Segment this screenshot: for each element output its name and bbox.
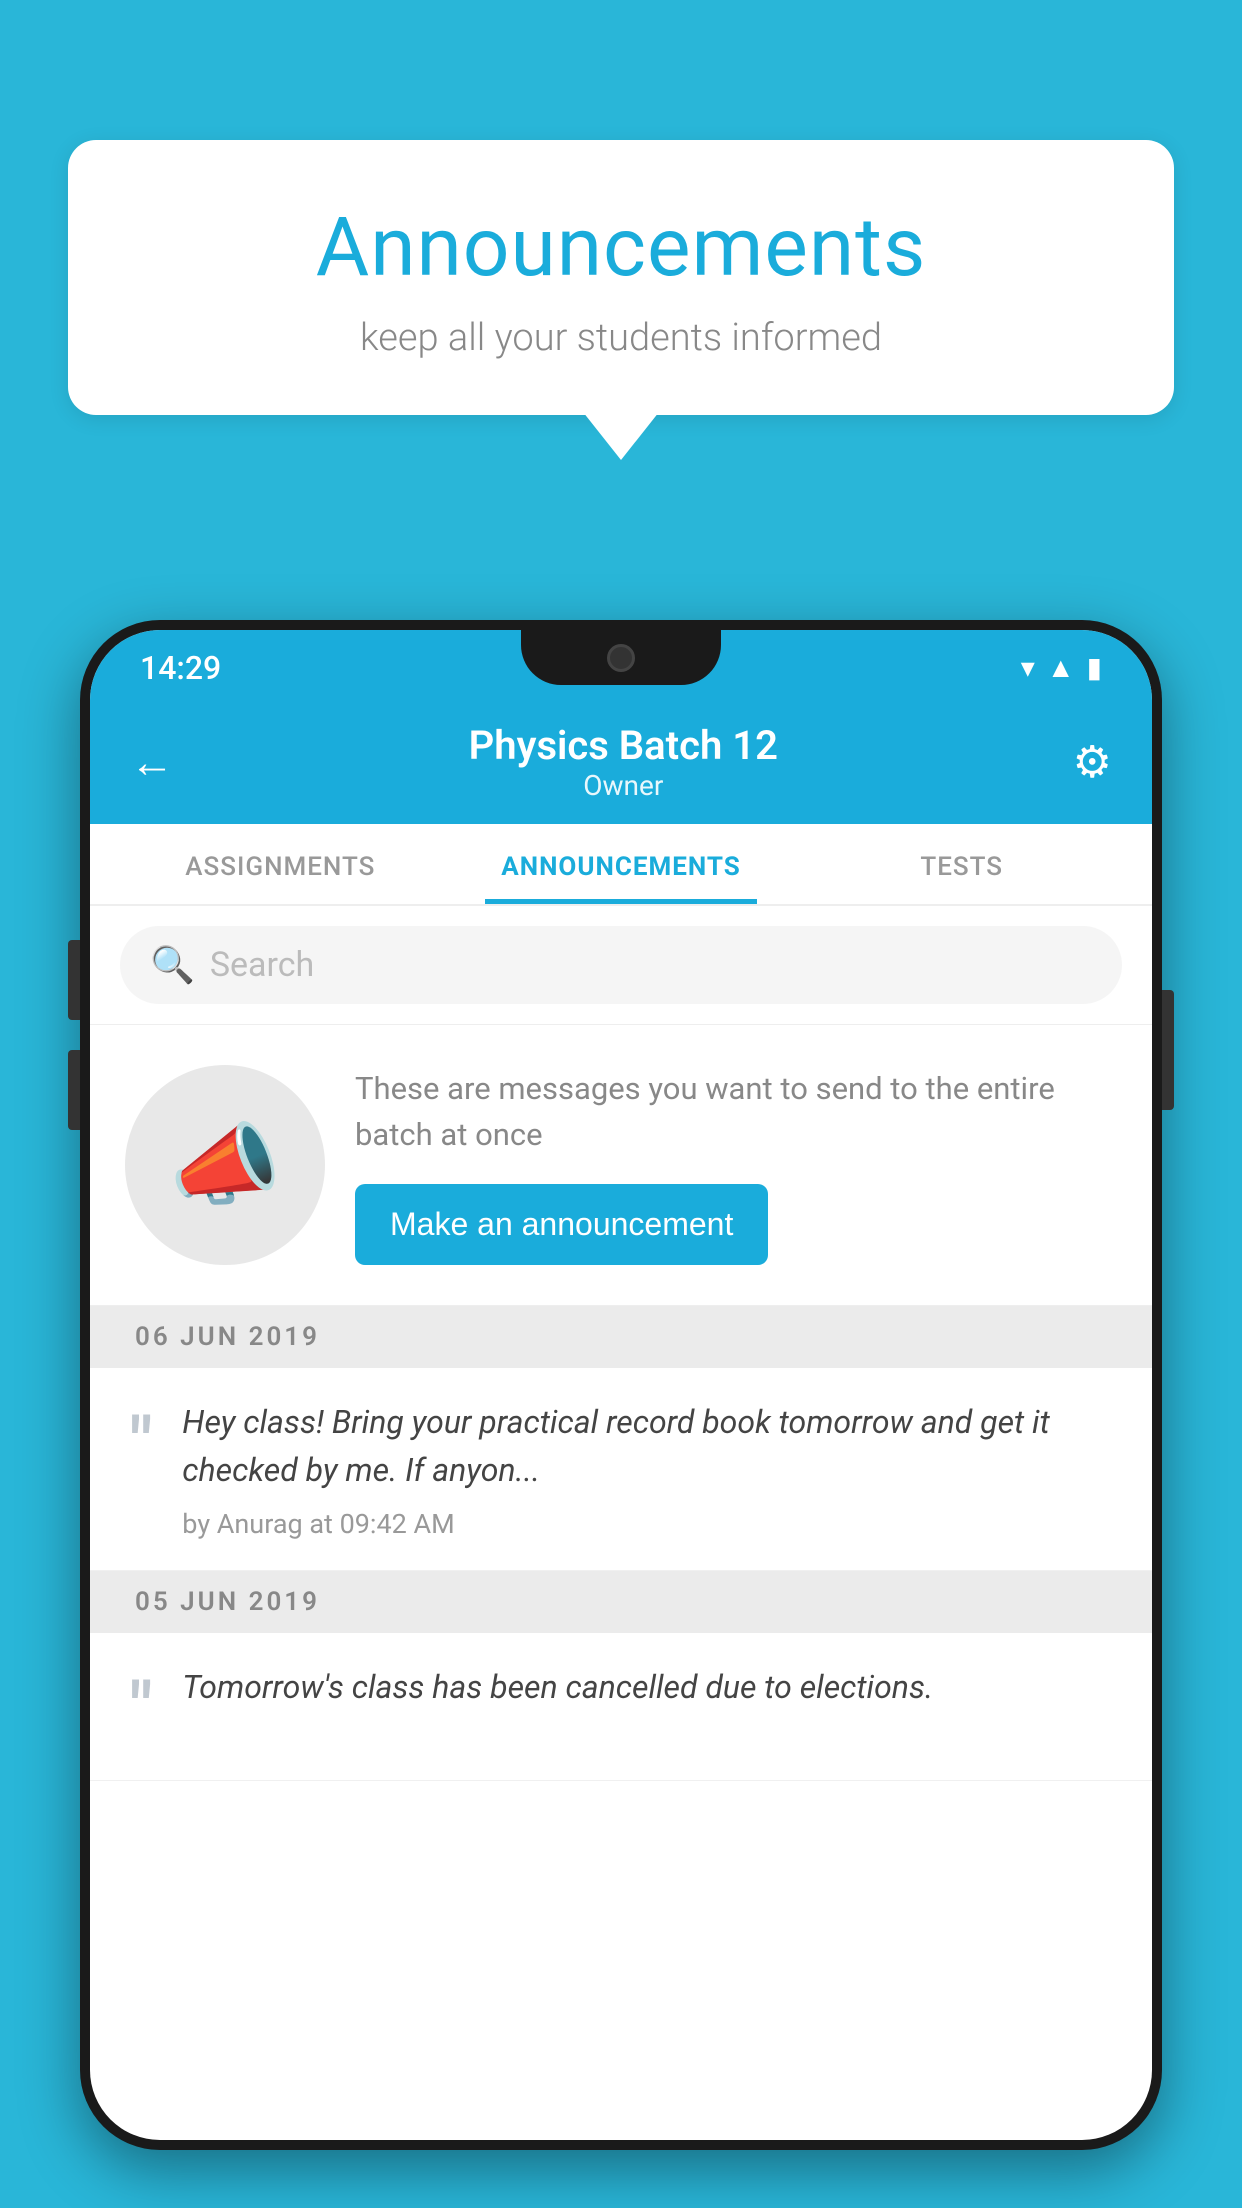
date-separator-1: 06 JUN 2019 <box>90 1306 1152 1368</box>
header-subtitle: Owner <box>469 769 778 802</box>
status-icons: ▾ ▲ ▮ <box>1021 651 1102 684</box>
phone-notch <box>521 630 721 685</box>
header-center: Physics Batch 12 Owner <box>469 722 778 802</box>
volume-up-button <box>68 940 80 1020</box>
app-header: ← Physics Batch 12 Owner ⚙ <box>90 700 1152 824</box>
front-camera <box>607 644 635 672</box>
search-box[interactable]: 🔍 Search <box>120 926 1122 1004</box>
megaphone-circle: 📣 <box>125 1065 325 1265</box>
phone-mockup: 14:29 ▾ ▲ ▮ ← Physics Batch 12 Owner ⚙ A… <box>80 620 1162 2208</box>
search-container: 🔍 Search <box>90 906 1152 1025</box>
announcement-text-2: Tomorrow's class has been cancelled due … <box>182 1663 933 1711</box>
tab-tests[interactable]: TESTS <box>791 824 1132 904</box>
tab-assignments[interactable]: ASSIGNMENTS <box>110 824 451 904</box>
quote-icon-2: " <box>130 1668 152 1750</box>
tab-announcements[interactable]: ANNOUNCEMENTS <box>451 824 792 904</box>
announcement-placeholder: 📣 These are messages you want to send to… <box>90 1025 1152 1306</box>
search-input[interactable]: Search <box>210 945 314 985</box>
phone-body: 14:29 ▾ ▲ ▮ ← Physics Batch 12 Owner ⚙ A… <box>80 620 1162 2150</box>
announcement-meta-1: by Anurag at 09:42 AM <box>182 1508 1112 1540</box>
announcements-title: Announcements <box>118 200 1124 296</box>
make-announcement-button[interactable]: Make an announcement <box>355 1184 768 1265</box>
wifi-icon: ▾ <box>1021 651 1035 684</box>
announcement-content-1: Hey class! Bring your practical record b… <box>182 1398 1112 1540</box>
battery-icon: ▮ <box>1087 651 1102 684</box>
status-time: 14:29 <box>140 649 221 687</box>
announcement-item-1: " Hey class! Bring your practical record… <box>90 1368 1152 1571</box>
tabs-container: ASSIGNMENTS ANNOUNCEMENTS TESTS <box>90 824 1152 906</box>
back-button[interactable]: ← <box>130 736 174 788</box>
quote-icon-1: " <box>130 1403 152 1485</box>
signal-icon: ▲ <box>1047 651 1075 684</box>
power-button <box>1162 990 1174 1110</box>
announcements-subtitle: keep all your students informed <box>118 316 1124 360</box>
announcement-text-1: Hey class! Bring your practical record b… <box>182 1398 1112 1494</box>
header-title: Physics Batch 12 <box>469 722 778 769</box>
announcement-item-2: " Tomorrow's class has been cancelled du… <box>90 1633 1152 1781</box>
date-separator-2: 05 JUN 2019 <box>90 1571 1152 1633</box>
search-icon: 🔍 <box>150 944 195 986</box>
announcement-description: These are messages you want to send to t… <box>355 1066 1117 1159</box>
gear-icon[interactable]: ⚙ <box>1073 736 1112 788</box>
announcement-right: These are messages you want to send to t… <box>355 1066 1117 1265</box>
speech-bubble: Announcements keep all your students inf… <box>68 140 1174 415</box>
volume-down-button <box>68 1050 80 1130</box>
speech-bubble-section: Announcements keep all your students inf… <box>68 140 1174 415</box>
megaphone-icon: 📣 <box>169 1113 281 1218</box>
phone-screen: 14:29 ▾ ▲ ▮ ← Physics Batch 12 Owner ⚙ A… <box>90 630 1152 2140</box>
announcement-content-2: Tomorrow's class has been cancelled due … <box>182 1663 933 1725</box>
